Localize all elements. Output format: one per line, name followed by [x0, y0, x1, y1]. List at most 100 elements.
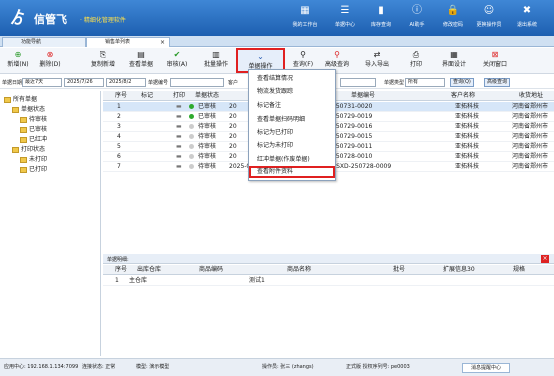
folder-icon — [20, 166, 27, 173]
row-customer: 亚拓科技 — [455, 113, 480, 120]
tab-bar: 功能导航 销售单列表 × — [0, 36, 554, 47]
approve-button[interactable]: ✔ 审核(A) — [162, 48, 192, 74]
customer-input[interactable] — [340, 78, 376, 87]
folder-icon — [4, 96, 11, 103]
menu-attachments[interactable]: 查看附件资料 — [249, 166, 335, 178]
app-subtitle: · 精细化管理软件 — [80, 17, 126, 24]
col-doc-no: 单据编号 — [351, 91, 376, 101]
doc-no-label: 单据编号 — [148, 80, 169, 86]
close-icon[interactable]: × — [541, 255, 549, 263]
tab-sales-list[interactable]: 销售单列表 × — [86, 37, 170, 47]
doc-no-input[interactable] — [170, 78, 224, 87]
delete-icon: ⊗ — [46, 50, 54, 59]
row-index: 6 — [117, 153, 121, 160]
folder-icon — [12, 146, 19, 153]
doc-center-button[interactable]: ☰ 单据中心 — [330, 4, 360, 34]
dcol-batch: 批号 — [393, 265, 406, 275]
ui-design-button[interactable]: ▦ 界面设计 — [436, 48, 472, 74]
menu-settlement[interactable]: 查看结算情况 — [249, 73, 335, 84]
print-icon: ⎙ — [412, 50, 420, 59]
tab-nav[interactable]: 功能导航 — [2, 37, 86, 47]
close-icon: ⊠ — [491, 50, 499, 59]
close-icon[interactable]: × — [160, 38, 165, 47]
dcol-spec: 规格 — [513, 265, 526, 275]
status-dot-icon — [189, 124, 194, 129]
row-address: 河南省郑州市 — [512, 163, 549, 170]
date-range-select[interactable]: 最近7天 — [22, 78, 62, 87]
message-center-button[interactable]: 消息提醒中心 — [462, 363, 511, 373]
row-address: 河南省郑州市 — [512, 103, 549, 110]
import-export-button[interactable]: ⇄ 导入导出 — [358, 48, 396, 74]
search-icon: ⚲ — [300, 50, 306, 59]
tree-approved[interactable]: 已审核 — [20, 125, 47, 134]
row-status: 待审核 — [198, 133, 217, 140]
print-button[interactable]: ⎙ 打印 — [402, 48, 430, 74]
connection-status: 连接状态: 正常 — [82, 364, 116, 370]
menu-mark-note[interactable]: 标记备注 — [249, 100, 335, 111]
tree-pending[interactable]: 待审核 — [20, 115, 47, 124]
status-bar: 应用中心: 192.168.1.134:7099 连接状态: 正常 模型: 演示… — [0, 358, 554, 376]
row-doc-no: 250729-0016 — [332, 123, 373, 130]
folder-icon — [12, 106, 19, 113]
row-customer: 亚拓科技 — [455, 123, 480, 130]
menu-mark-unprinted[interactable]: 标记为未打印 — [249, 140, 335, 151]
row-doc-no: 250729-0019 — [332, 113, 373, 120]
exit-button[interactable]: ✖ 退出系统 — [512, 4, 542, 34]
switch-operator-button[interactable]: ☺ 更换操作员 — [474, 4, 504, 34]
exchange-icon: ⇄ — [373, 50, 381, 59]
app-header: ゟ 信管飞 · 精细化管理软件 ▦ 我的工作台 ☰ 单据中心 ▮ 库存查询 ⓘ AI助手… — [0, 0, 554, 36]
query-submit-button[interactable]: 查询(Q) — [450, 78, 474, 87]
new-button[interactable]: ⊕ 新增(N) — [4, 48, 32, 74]
view-doc-button[interactable]: ▤ 查看单据 — [124, 48, 158, 74]
batch-op-button[interactable]: ▥ 批量操作 — [198, 48, 234, 74]
row-index: 4 — [117, 133, 121, 140]
detail-row[interactable]: 1 主仓库 测试1 — [103, 276, 554, 286]
row-address: 河南省郑州市 — [512, 113, 549, 120]
tree-unprinted[interactable]: 未打印 — [20, 155, 47, 164]
col-customer: 客户名称 — [451, 91, 476, 101]
tree-red[interactable]: 已红冲 — [20, 135, 47, 144]
detail-title-bar: 单据明细: × — [103, 254, 554, 264]
row-date: 20 — [229, 133, 237, 140]
menu-logistics[interactable]: 物流发货跟踪 — [249, 86, 335, 97]
status-dot-icon — [189, 122, 196, 132]
lock-icon: 🔒 — [446, 5, 460, 16]
close-window-button[interactable]: ⊠ 关闭窗口 — [477, 48, 513, 74]
row-date: 20 — [229, 153, 237, 160]
col-mark: 标记 — [141, 91, 154, 101]
doc-type-select[interactable]: 所有 — [405, 78, 445, 87]
status-dot-icon — [189, 112, 196, 122]
tree-print-status[interactable]: 打印状态 — [12, 145, 45, 154]
tree-root[interactable]: 所有单据 — [4, 95, 37, 104]
tree-doc-status[interactable]: 单据状态 — [12, 105, 45, 114]
menu-mark-printed[interactable]: 标记为已打印 — [249, 127, 335, 138]
status-dot-icon — [189, 104, 194, 109]
menu-scan-detail[interactable]: 查看单据扫码明细 — [249, 114, 335, 125]
copy-new-button[interactable]: ⎘ 复制新增 — [88, 48, 118, 74]
tree-printed[interactable]: 已打印 — [20, 165, 47, 174]
workbench-button[interactable]: ▦ 我的工作台 — [290, 4, 320, 34]
change-password-button[interactable]: 🔒 修改密码 — [438, 4, 468, 34]
col-status: 单据状态 — [195, 91, 220, 101]
customer-label: 客户 — [228, 80, 239, 86]
row-status: 待审核 — [198, 123, 217, 130]
ai-assistant-button[interactable]: ⓘ AI助手 — [402, 4, 432, 34]
row-address: 河南省郑州市 — [512, 133, 549, 140]
print-icon: ▬ — [176, 123, 182, 130]
delete-button[interactable]: ⊗ 删除(D) — [35, 48, 65, 74]
app-logo: ゟ — [10, 8, 27, 27]
row-doc-no: XSXD-250728-0009 — [332, 163, 392, 170]
row-index: 5 — [117, 143, 121, 150]
stock-query-button[interactable]: ▮ 库存查询 — [366, 4, 396, 34]
status-dot-icon — [189, 164, 194, 169]
adv-query-submit-button[interactable]: 高级查询 — [484, 78, 511, 87]
col-print: 打印 — [173, 91, 186, 101]
detail-title: 单据明细: — [107, 257, 129, 263]
date-from-input[interactable]: 2025/7/26 — [64, 78, 104, 87]
status-tree: 所有单据 单据状态 待审核 已审核 已红冲 打印状态 未打印 已打印 — [0, 91, 101, 356]
folder-icon — [20, 116, 27, 123]
row-address: 河南省郑州市 — [512, 143, 549, 150]
model-status: 模型: 演示模型 — [136, 364, 170, 370]
menu-red-void[interactable]: 红冲单据(作废单据) — [249, 154, 335, 165]
date-to-input[interactable]: 2025/8/2 — [106, 78, 146, 87]
